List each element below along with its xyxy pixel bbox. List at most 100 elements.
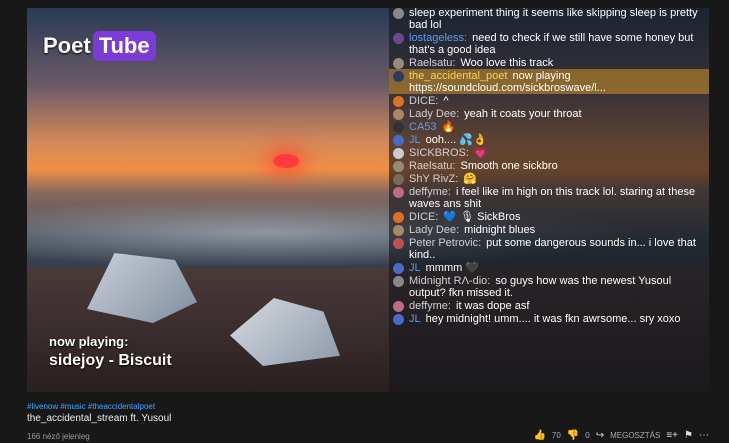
chat-text: it was dope asf <box>456 300 530 312</box>
chat-message: lostageless: need to check if we still ha… <box>389 31 709 56</box>
chat-message-body: the_accidental_poet now playing https://s… <box>409 70 705 94</box>
user-avatar[interactable] <box>393 276 404 287</box>
chat-message: sleep experiment thing it seems like ski… <box>389 8 709 31</box>
chat-text: 💗 <box>473 147 488 159</box>
poettube-logo: Poet Tube <box>43 30 156 62</box>
chat-username[interactable]: JL <box>409 262 421 274</box>
chat-message-body: lostageless: need to check if we still ha… <box>409 32 705 56</box>
chat-text: i feel like im high on this track lol. s… <box>409 186 696 210</box>
chat-username[interactable]: DICE: <box>409 211 438 223</box>
chat-message: SICKBROS: 💗 <box>389 146 709 159</box>
chat-message-body: JL mmmm 🖤 <box>409 262 705 274</box>
user-avatar[interactable] <box>393 263 404 274</box>
add-to-playlist-icon[interactable]: ≡+ <box>666 430 678 441</box>
chat-message: the_accidental_poet now playing https://s… <box>389 69 709 94</box>
more-icon[interactable]: ⋯ <box>699 430 709 441</box>
share-button[interactable]: MEGOSZTÁS <box>610 431 660 440</box>
user-avatar[interactable] <box>393 135 404 146</box>
chat-message-body: Raelsatu: Smooth one sickbro <box>409 160 705 172</box>
now-playing-track: sidejoy - Biscuit <box>49 352 172 369</box>
user-avatar[interactable] <box>393 301 404 312</box>
user-avatar[interactable] <box>393 148 404 159</box>
chat-username[interactable]: deffyme: <box>409 300 451 312</box>
chat-message-body: Raelsatu: Woo love this track <box>409 57 705 69</box>
chat-username[interactable]: Peter Petrovic: <box>409 237 481 249</box>
chat-message: Peter Petrovic: put some dangerous sounds… <box>389 236 709 261</box>
action-bar: 👍 70 👎 0 ↪ MEGOSZTÁS ≡+ ⚑ ⋯ <box>533 430 709 441</box>
user-avatar[interactable] <box>393 8 404 19</box>
chat-message: Midnight RΛ-dio: so guys how was the newe… <box>389 274 709 299</box>
user-avatar[interactable] <box>393 122 404 133</box>
user-avatar[interactable] <box>393 187 404 198</box>
chat-message: DICE: 💙 🎙 SickBros <box>389 210 709 223</box>
chat-message-body: DICE: 💙 🎙 SickBros <box>409 211 705 223</box>
chat-text: hey midnight! umm.... it was fkn awrsome… <box>425 313 681 325</box>
user-avatar[interactable] <box>393 238 404 249</box>
chat-username[interactable]: deffyme: <box>409 186 451 198</box>
live-chat[interactable]: sleep experiment thing it seems like ski… <box>389 8 709 392</box>
chat-text: ^ <box>443 95 449 107</box>
chat-message-body: sleep experiment thing it seems like ski… <box>409 8 705 31</box>
chat-text: mmmm 🖤 <box>425 262 480 274</box>
chat-username[interactable]: JL <box>409 313 421 325</box>
user-avatar[interactable] <box>393 96 404 107</box>
share-icon[interactable]: ↪ <box>596 430 604 441</box>
user-avatar[interactable] <box>393 225 404 236</box>
user-avatar[interactable] <box>393 109 404 120</box>
user-avatar[interactable] <box>393 71 404 82</box>
logo-badge: Tube <box>92 31 156 61</box>
thumbs-up-icon[interactable]: 👍 <box>533 430 545 441</box>
chat-message-body: DICE: ^ <box>409 95 705 107</box>
chat-message-body: deffyme: it was dope asf <box>409 300 705 312</box>
chat-username[interactable]: ShY RivZ: <box>409 173 458 185</box>
chat-message: Lady Dee: midnight blues <box>389 223 709 236</box>
chat-username[interactable]: Midnight RΛ-dio: <box>409 275 490 287</box>
chat-message: DICE: ^ <box>389 94 709 107</box>
chat-text: 💙 🎙 SickBros <box>443 211 521 223</box>
chat-username[interactable]: Lady Dee: <box>409 108 459 120</box>
chat-message: JL ooh.... 💦👌 <box>389 133 709 146</box>
chat-message-body: Midnight RΛ-dio: so guys how was the newe… <box>409 275 705 299</box>
chat-message-body: ShY RivZ: 🤗 <box>409 173 705 185</box>
chat-message: deffyme: i feel like im high on this trac… <box>389 185 709 210</box>
chat-username[interactable]: Raelsatu: <box>409 160 455 172</box>
chat-message: deffyme: it was dope asf <box>389 299 709 312</box>
chat-message: ShY RivZ: 🤗 <box>389 172 709 185</box>
user-avatar[interactable] <box>393 212 404 223</box>
user-avatar[interactable] <box>393 174 404 185</box>
user-avatar[interactable] <box>393 58 404 69</box>
chat-username[interactable]: Lady Dee: <box>409 224 459 236</box>
chat-message: Raelsatu: Smooth one sickbro <box>389 159 709 172</box>
chat-message-body: JL ooh.... 💦👌 <box>409 134 705 146</box>
flag-icon[interactable]: ⚑ <box>684 430 693 441</box>
chat-username[interactable]: SICKBROS: <box>409 147 469 159</box>
chat-message: Raelsatu: Woo love this track <box>389 56 709 69</box>
chat-username[interactable]: JL <box>409 134 421 146</box>
chat-text: ooh.... 💦👌 <box>425 134 487 146</box>
user-avatar[interactable] <box>393 314 404 325</box>
chat-message-body: deffyme: i feel like im high on this trac… <box>409 186 705 210</box>
chat-text: yeah it coats your throat <box>464 108 582 120</box>
thumbs-down-icon[interactable]: 👎 <box>567 430 579 441</box>
chat-message-body: CA53 🔥 <box>409 121 705 133</box>
chat-username[interactable]: the_accidental_poet <box>409 70 507 82</box>
chat-message: JL hey midnight! umm.... it was fkn awrso… <box>389 312 709 325</box>
chat-message-body: Lady Dee: midnight blues <box>409 224 705 236</box>
video-player[interactable]: Poet Tube now playing: sidejoy - Biscuit… <box>27 8 709 392</box>
chat-username[interactable]: Raelsatu: <box>409 57 455 69</box>
chat-text: sleep experiment thing it seems like ski… <box>409 8 698 31</box>
now-playing: now playing: sidejoy - Biscuit <box>49 334 172 370</box>
chat-username[interactable]: DICE: <box>409 95 438 107</box>
chat-text: 🔥 <box>441 121 456 133</box>
chat-text: Smooth one sickbro <box>460 160 558 172</box>
now-playing-label: now playing: <box>49 334 129 349</box>
hashtags[interactable]: #livenow #music #theaccidentalpoet <box>27 402 709 411</box>
chat-text: 🤗 <box>463 173 478 185</box>
chat-text: midnight blues <box>464 224 536 236</box>
user-avatar[interactable] <box>393 161 404 172</box>
chat-message-body: JL hey midnight! umm.... it was fkn awrso… <box>409 313 705 325</box>
chat-username[interactable]: CA53 <box>409 121 437 133</box>
user-avatar[interactable] <box>393 33 404 44</box>
chat-username[interactable]: lostageless: <box>409 32 467 44</box>
chat-message: CA53 🔥 <box>389 120 709 133</box>
